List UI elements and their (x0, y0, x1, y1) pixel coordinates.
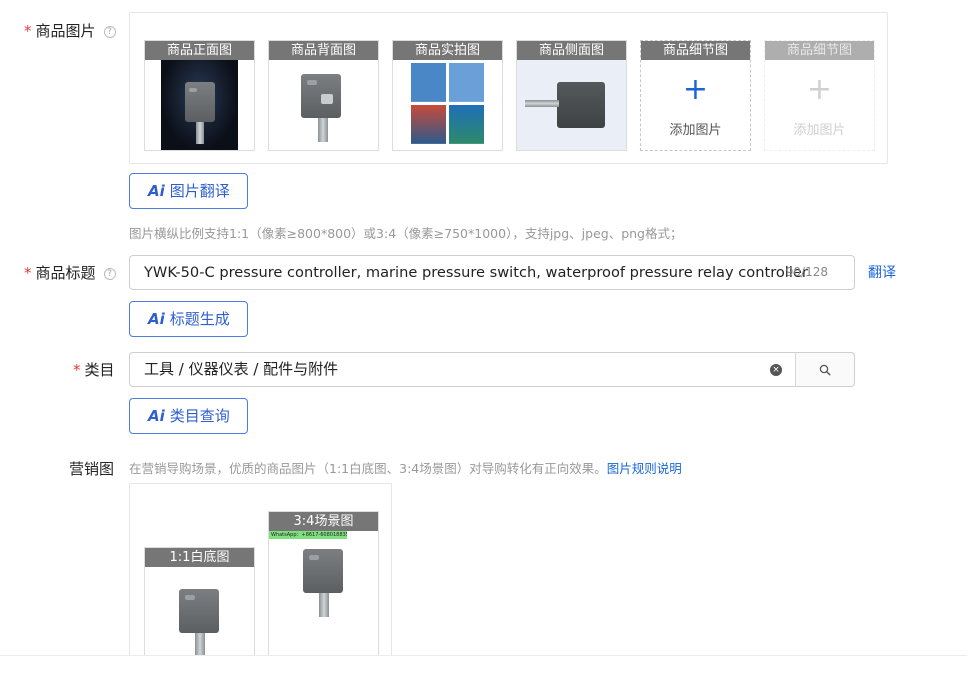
translate-link[interactable]: 翻译 (868, 262, 896, 282)
required-mark: * (73, 361, 81, 379)
image-slot-real-shot[interactable]: 商品实拍图 (392, 40, 503, 151)
slot-caption: 商品侧面图 (517, 41, 626, 60)
image-slot-side[interactable]: 商品侧面图 (516, 40, 627, 151)
category-label: * 类目 (73, 361, 115, 379)
title-generate-button[interactable]: Ai 标题生成 (129, 301, 248, 337)
image-slot-detail-disabled: 商品细节图 + 添加图片 (764, 40, 875, 151)
title-input[interactable]: YWK-50-C pressure controller, marine pre… (129, 255, 855, 290)
slot-caption: 3:4场景图 (269, 512, 378, 531)
image-format-hint: 图片横纵比例支持1:1（像素≥800*800）或3:4（像素≥750*1000）… (129, 226, 683, 241)
title-value[interactable]: YWK-50-C pressure controller, marine pre… (144, 256, 808, 289)
product-photo (269, 60, 378, 150)
slot-caption: 商品细节图 (765, 41, 874, 60)
slot-caption: 1:1白底图 (145, 548, 254, 567)
category-search-button[interactable] (795, 352, 855, 387)
ai-icon: Ai (148, 310, 165, 328)
image-slot-front[interactable]: 商品正面图 (144, 40, 255, 151)
marketing-hint: 在营销导购场景，优质的商品图片（1:1白底图、3:4场景图）对导购转化有正向效果… (129, 461, 682, 476)
question-circle-icon[interactable]: ? (103, 26, 116, 38)
marketing-images-panel: 1:1白底图 3:4场景图 WhatsApp：+8617-608018835 (129, 483, 392, 681)
product-images-label: * 商品图片? (24, 20, 116, 41)
category-input[interactable]: 工具 / 仪器仪表 / 配件与附件 × (129, 352, 796, 387)
product-images-panel: 商品正面图 商品背面图 商品实拍图 商品侧面图 商品细节图 + 添加图片 商品细… (129, 12, 888, 164)
slot-caption: 商品正面图 (145, 41, 254, 60)
required-mark: * (24, 264, 32, 282)
product-photo (517, 60, 626, 150)
slot-caption: 商品细节图 (641, 41, 750, 60)
clear-circle-icon[interactable]: × (770, 364, 782, 376)
ai-icon: Ai (148, 407, 165, 425)
add-image-label: 添加图片 (669, 123, 722, 138)
slot-caption: 商品背面图 (269, 41, 378, 60)
slot-caption: 商品实拍图 (393, 41, 502, 60)
category-query-button[interactable]: Ai 类目查询 (129, 398, 248, 434)
question-circle-icon[interactable]: ? (103, 268, 116, 280)
add-image-label: 添加图片 (793, 123, 846, 138)
product-photo (411, 63, 484, 144)
product-photo (161, 60, 238, 150)
ai-icon: Ai (148, 182, 165, 200)
divider (0, 655, 967, 656)
required-mark: * (24, 22, 32, 40)
image-slot-back[interactable]: 商品背面图 (268, 40, 379, 151)
char-count: 90/128 (785, 265, 828, 279)
search-icon (819, 364, 831, 376)
marketing-label: 营销图 (69, 460, 115, 478)
image-slot-detail-add[interactable]: 商品细节图 + 添加图片 (640, 40, 751, 151)
title-label: * 商品标题? (24, 262, 116, 283)
plus-icon: + (806, 72, 833, 107)
category-value[interactable]: 工具 / 仪器仪表 / 配件与附件 (144, 353, 338, 386)
page-footer-area (0, 656, 967, 697)
image-translate-button[interactable]: Ai 图片翻译 (129, 173, 248, 209)
plus-icon: + (682, 72, 709, 107)
whatsapp-banner: WhatsApp：+8617-608018835 (269, 531, 347, 539)
image-rules-link[interactable]: 图片规则说明 (607, 461, 682, 476)
